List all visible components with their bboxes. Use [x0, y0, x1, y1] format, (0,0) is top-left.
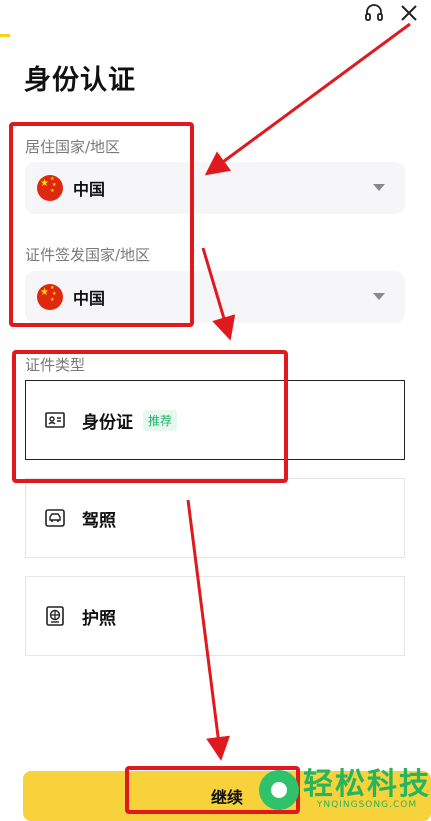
watermark-url: YNQINGSONG.COM [316, 800, 418, 810]
annotation-arrow [204, 22, 411, 176]
watermark: 轻松科技 YNQINGSONG.COM [259, 770, 431, 810]
annotation-arrows [186, 22, 411, 761]
annotation-arrow [186, 499, 231, 761]
annotation-arrow [201, 247, 236, 341]
watermark-text: 轻松科技 [303, 767, 431, 802]
watermark-logo-icon [259, 770, 299, 810]
